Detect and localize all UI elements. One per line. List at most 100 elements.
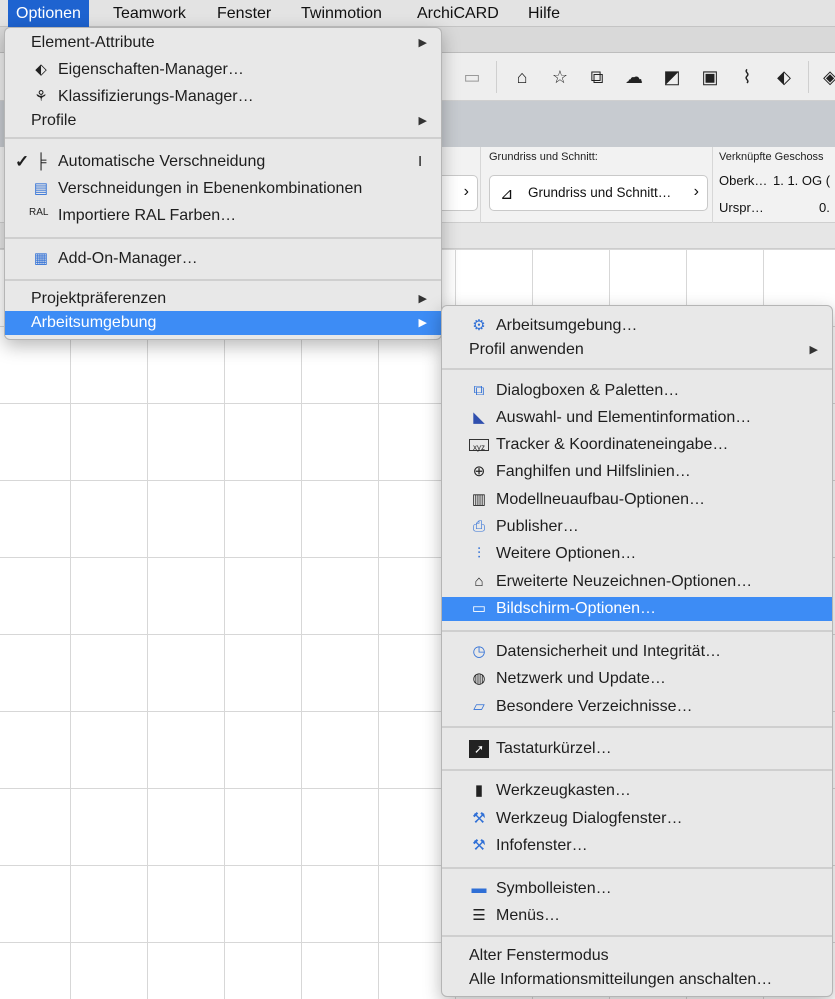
shortcut-label: I xyxy=(418,153,423,170)
menu-fenster[interactable]: Fenster xyxy=(209,0,279,27)
submenu-item-profil-anwenden[interactable]: Profil anwenden ▶ xyxy=(442,338,832,362)
item-label: Werkzeug Dialogfenster… xyxy=(496,810,683,827)
section-icon[interactable]: ◩ xyxy=(660,65,684,89)
menu-item-profile[interactable]: Profile ▶ xyxy=(5,109,441,133)
add-on-puzzle-icon: ▦ xyxy=(33,250,49,267)
submenu-item-alter-fenstermodus[interactable]: Alter Fenstermodus xyxy=(442,944,832,968)
menu-item-ral-farben[interactable]: RAL Importiere RAL Farben… xyxy=(5,204,441,228)
item-label: Bildschirm-Optionen… xyxy=(496,600,657,617)
menu-item-projektpraeferenzen[interactable]: Projektpräferenzen ▶ xyxy=(5,287,441,311)
toolbar-divider xyxy=(496,61,497,93)
tag-icon[interactable]: ⬖ xyxy=(772,65,796,89)
submenu-item-infofenster[interactable]: ⚒ Infofenster… xyxy=(442,834,832,858)
menu-item-klassifizierungs-manager[interactable]: ⚘ Klassifizierungs-Manager… xyxy=(5,85,441,109)
submenu-item-erweiterte-neuzeichnen[interactable]: ⌂ Erweiterte Neuzeichnen-Optionen… xyxy=(442,570,832,594)
menu-item-arbeitsumgebung[interactable]: Arbeitsumgebung ▶ xyxy=(5,311,441,335)
submenu-item-fanghilfen[interactable]: ⊕ Fanghilfen und Hilfslinien… xyxy=(442,460,832,484)
submenu-item-publisher[interactable]: ⎙ Publisher… xyxy=(442,515,832,539)
item-label: Profil anwenden xyxy=(469,341,584,358)
item-label: Arbeitsumgebung… xyxy=(496,317,638,334)
item-label: Modellneuaufbau-Optionen… xyxy=(496,491,706,508)
section-label: Grundriss und Schnitt: xyxy=(489,151,598,163)
submenu-item-werkzeug-dialogfenster[interactable]: ⚒ Werkzeug Dialogfenster… xyxy=(442,807,832,831)
item-label: Projektpräferenzen xyxy=(31,290,167,307)
submenu-item-tracker[interactable]: xyz Tracker & Koordinateneingabe… xyxy=(442,433,832,457)
menu-optionen[interactable]: Optionen xyxy=(8,0,89,27)
submenu-item-weitere-optionen[interactable]: ⫶ Weitere Optionen… xyxy=(442,542,832,566)
item-label: Alter Fenstermodus xyxy=(469,947,609,964)
linked-story-label: Verknüpfte Geschoss xyxy=(719,151,824,163)
item-label: Alle Informationsmitteilungen anschalten… xyxy=(469,971,773,988)
submenu-item-tastaturkuerzel[interactable]: ➚ Tastaturkürzel… xyxy=(442,737,832,761)
menu-hilfe[interactable]: Hilfe xyxy=(520,0,568,27)
submenu-item-alle-informationsmitteilungen[interactable]: Alle Informationsmitteilungen anschalten… xyxy=(442,968,832,992)
item-label: Besondere Verzeichnisse… xyxy=(496,698,693,715)
submenu-item-verzeichnisse[interactable]: ▱ Besondere Verzeichnisse… xyxy=(442,695,832,719)
menu-teamwork[interactable]: Teamwork xyxy=(105,0,194,27)
submenu-item-auswahl[interactable]: ◣ Auswahl- und Elementinformation… xyxy=(442,406,832,430)
menu-separator xyxy=(442,867,832,869)
cloud-icon[interactable]: ☁ xyxy=(622,65,646,89)
menu-item-verschneidungen-ebenen[interactable]: ▤ Verschneidungen in Ebenenkombinationen xyxy=(5,177,441,201)
item-label: Symbolleisten… xyxy=(496,880,612,897)
section-button-label: Grundriss und Schnitt… xyxy=(528,185,672,200)
menu-twinmotion[interactable]: Twinmotion xyxy=(293,0,390,27)
item-label: Tastaturkürzel… xyxy=(496,740,612,757)
section-settings-button[interactable]: ⊿ Grundriss und Schnitt… › xyxy=(489,175,708,211)
menu-separator xyxy=(442,368,832,370)
data-safety-icon: ◷ xyxy=(472,643,486,660)
info-divider xyxy=(712,147,713,223)
optionen-menu: Element-Attribute ▶ ⬖ Eigenschaften-Mana… xyxy=(4,27,442,340)
submenu-item-werkzeugkasten[interactable]: ▮ Werkzeugkasten… xyxy=(442,779,832,803)
layout-icon[interactable]: ▭ xyxy=(460,65,484,89)
item-label: Dialogboxen & Paletten… xyxy=(496,382,680,399)
window-settings-icon[interactable]: ⧉ xyxy=(585,65,609,89)
toolbox-icon: ▮ xyxy=(474,782,484,799)
view-map-icon[interactable]: ▣ xyxy=(698,65,722,89)
submenu-item-symbolleisten[interactable]: ▬ Symbolleisten… xyxy=(442,877,832,901)
building-icon[interactable]: ⌂ xyxy=(510,65,534,89)
item-label: Klassifizierungs-Manager… xyxy=(58,88,254,105)
surface-icon[interactable]: ⌇ xyxy=(735,65,759,89)
publisher-icon: ⎙ xyxy=(472,518,485,535)
submenu-item-datensicherheit[interactable]: ◷ Datensicherheit und Integrität… xyxy=(442,640,832,664)
item-label: Auswahl- und Elementinformation… xyxy=(496,409,752,426)
top-link-value[interactable]: 1. 1. OG ( xyxy=(773,173,830,188)
submenu-item-menues[interactable]: ☰ Menüs… xyxy=(442,904,832,928)
menu-item-automatische-verschneidung[interactable]: ✓ ╞ Automatische Verschneidung I xyxy=(5,150,441,174)
menu-separator xyxy=(442,630,832,632)
info-divider xyxy=(480,147,481,223)
item-label: Publisher… xyxy=(496,518,579,535)
menu-item-element-attribute[interactable]: Element-Attribute ▶ xyxy=(5,31,441,55)
item-label: Fanghilfen und Hilfslinien… xyxy=(496,463,691,480)
menu-item-add-on-manager[interactable]: ▦ Add-On-Manager… xyxy=(5,247,441,271)
origin-link-label[interactable]: Urspr… xyxy=(719,200,764,215)
origin-link-value[interactable]: 0. xyxy=(819,200,830,215)
submenu-item-modellneuaufbau[interactable]: ▥ Modellneuaufbau-Optionen… xyxy=(442,488,832,512)
item-label: Importiere RAL Farben… xyxy=(58,207,237,224)
classification-tree-icon: ⚘ xyxy=(34,88,48,105)
checkmark-icon: ✓ xyxy=(15,152,30,171)
floorplan-section-icon: ⊿ xyxy=(500,186,514,203)
menu-item-eigenschaften-manager[interactable]: ⬖ Eigenschaften-Manager… xyxy=(5,58,441,82)
top-link-label[interactable]: Oberk… xyxy=(719,173,767,188)
menu-separator xyxy=(5,279,441,281)
menu-archicard[interactable]: ArchiCARD xyxy=(409,0,507,27)
item-label: Profile xyxy=(31,112,77,129)
star-icon[interactable]: ☆ xyxy=(548,65,572,89)
arbeitsumgebung-submenu: ⚙ Arbeitsumgebung… Profil anwenden ▶ ⧉ D… xyxy=(441,305,833,997)
item-label: Element-Attribute xyxy=(31,34,155,51)
attribute-icon[interactable]: ◈ xyxy=(818,65,835,89)
submenu-arrow-icon: ▶ xyxy=(418,37,427,49)
menu-separator xyxy=(5,137,441,139)
item-label: Eigenschaften-Manager… xyxy=(58,61,244,78)
submenu-item-arbeitsumgebung[interactable]: ⚙ Arbeitsumgebung… xyxy=(442,314,832,338)
submenu-item-dialogboxen[interactable]: ⧉ Dialogboxen & Paletten… xyxy=(442,379,832,403)
properties-tag-icon: ⬖ xyxy=(35,61,47,78)
display-monitor-icon: ▭ xyxy=(471,600,487,617)
submenu-item-bildschirm-optionen[interactable]: ▭ Bildschirm-Optionen… xyxy=(442,597,832,621)
menu-bar: Optionen Teamwork Fenster Twinmotion Arc… xyxy=(0,0,835,27)
submenu-item-netzwerk[interactable]: ◍ Netzwerk und Update… xyxy=(442,667,832,691)
menus-list-icon: ☰ xyxy=(472,907,486,924)
dialog-palettes-icon: ⧉ xyxy=(473,382,485,399)
